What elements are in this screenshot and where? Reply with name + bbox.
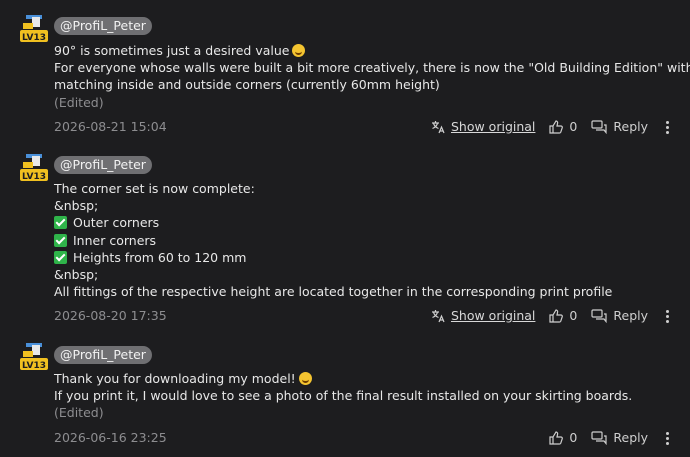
comment-footer: 2026-08-21 15:04 Show original 0 Reply xyxy=(54,117,670,137)
comment-footer: 2026-08-20 17:35 Show original 0 Reply xyxy=(54,306,670,326)
comment-body: The corner set is now complete: &nbsp; O… xyxy=(54,180,670,300)
reply-button[interactable]: Reply xyxy=(591,306,648,326)
reply-button[interactable]: Reply xyxy=(591,428,648,448)
comment-actions: Show original 0 Reply xyxy=(417,117,670,137)
reply-icon xyxy=(591,120,607,134)
avatar-badge: LV13 xyxy=(22,33,46,43)
more-icon[interactable] xyxy=(664,120,670,134)
comment-line: Inner corners xyxy=(54,232,670,249)
more-icon[interactable] xyxy=(664,309,670,323)
comment-line: &nbsp; xyxy=(54,198,99,214)
reply-icon xyxy=(591,309,607,323)
thumbs-up-icon xyxy=(549,431,564,445)
avatar-badge: LV13 xyxy=(22,172,46,182)
comment-body: Thank you for downloading my model! If y… xyxy=(54,370,670,422)
comment-actions: 0 Reply xyxy=(535,428,670,448)
avatar-logo-icon: LV13 xyxy=(20,343,48,371)
comment-line: matching inside and outside corners (cur… xyxy=(54,77,440,93)
comment-footer: 2026-06-16 23:25 0 Reply xyxy=(54,428,670,448)
reply-label: Reply xyxy=(613,119,648,134)
reply-label: Reply xyxy=(613,308,648,323)
more-icon[interactable] xyxy=(664,431,670,445)
comment-date: 2026-06-16 23:25 xyxy=(54,430,167,445)
comment-line: 90° is sometimes just a desired value xyxy=(54,42,670,59)
show-original-label: Show original xyxy=(450,308,536,323)
edited-label: (Edited) xyxy=(54,405,104,421)
like-button[interactable]: 0 xyxy=(549,117,577,137)
comment-line: &nbsp; xyxy=(54,267,99,283)
avatar[interactable]: LV13 xyxy=(20,341,48,371)
reply-button[interactable]: Reply xyxy=(591,117,648,137)
username-pill[interactable]: @ProfiL_Peter xyxy=(54,17,152,35)
show-original-label: Show original xyxy=(450,119,536,134)
comment-date: 2026-08-20 17:35 xyxy=(54,308,167,323)
like-button[interactable]: 0 xyxy=(549,428,577,448)
comment-line: Thank you for downloading my model! xyxy=(54,370,670,387)
edited-label: (Edited) xyxy=(54,94,104,110)
username-pill[interactable]: @ProfiL_Peter xyxy=(54,346,152,364)
translate-icon xyxy=(431,310,445,323)
thumbs-up-icon xyxy=(549,309,564,323)
translate-icon xyxy=(431,121,445,134)
thumbs-up-icon xyxy=(549,120,564,134)
comment-line: Heights from 60 to 120 mm xyxy=(54,249,670,266)
avatar-logo-icon: LV13 xyxy=(20,15,48,43)
show-original-button[interactable]: Show original xyxy=(431,117,535,137)
avatar-badge: LV13 xyxy=(22,361,46,371)
like-count: 0 xyxy=(569,119,578,134)
like-count: 0 xyxy=(569,430,578,445)
comment-date: 2026-08-21 15:04 xyxy=(54,119,167,134)
username-pill[interactable]: @ProfiL_Peter xyxy=(54,156,152,174)
show-original-button[interactable]: Show original xyxy=(431,306,535,326)
check-emoji-icon xyxy=(54,250,67,264)
check-emoji-icon xyxy=(54,233,67,247)
comment-line: If you print it, I would love to see a p… xyxy=(54,388,633,404)
reply-label: Reply xyxy=(613,430,648,445)
smile-emoji-icon xyxy=(298,372,312,385)
comment-body: 90° is sometimes just a desired value Fo… xyxy=(54,42,690,111)
avatar[interactable]: LV13 xyxy=(20,152,48,182)
comment-line: Outer corners xyxy=(54,214,670,231)
check-emoji-icon xyxy=(54,216,67,230)
comment-line: All fittings of the respective height ar… xyxy=(54,284,613,300)
comment-line: The corner set is now complete: xyxy=(54,181,255,196)
comment-line: For everyone whose walls were built a bi… xyxy=(54,60,690,76)
like-button[interactable]: 0 xyxy=(549,306,577,326)
avatar-logo-icon: LV13 xyxy=(20,154,48,182)
reply-icon xyxy=(591,431,607,445)
avatar[interactable]: LV13 xyxy=(20,13,48,43)
smile-emoji-icon xyxy=(292,44,306,57)
comment-actions: Show original 0 Reply xyxy=(417,306,670,326)
like-count: 0 xyxy=(569,308,578,323)
